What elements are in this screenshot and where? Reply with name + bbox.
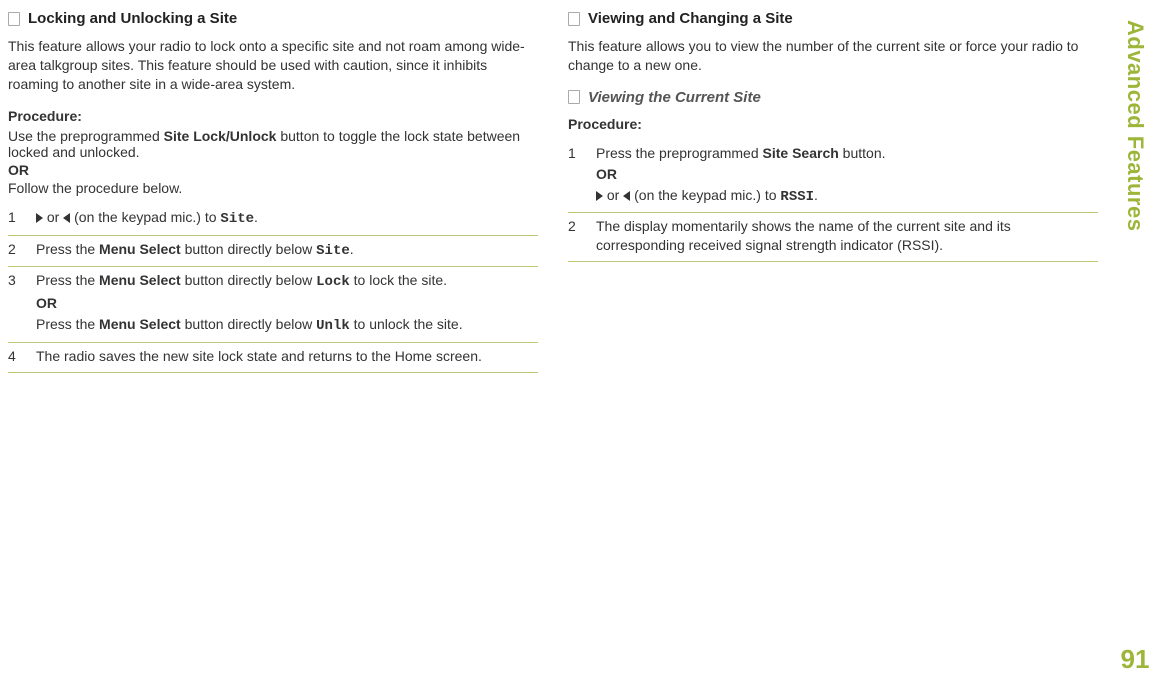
text: to unlock the site. (350, 316, 463, 332)
step-1: or (on the keypad mic.) to Site. (8, 204, 538, 236)
menu-unlk: Unlk (316, 318, 350, 334)
section-heading-lock: Locking and Unlocking a Site (8, 10, 538, 27)
menu-select-label: Menu Select (99, 272, 181, 288)
step-2: The display momentarily shows the name o… (568, 213, 1098, 262)
text: to lock the site. (350, 272, 447, 288)
menu-site: Site (220, 211, 254, 227)
heading-lock: Locking and Unlocking a Site (28, 10, 237, 27)
step-2: Press the Menu Select button directly be… (8, 236, 538, 268)
text: . (350, 241, 354, 257)
procedure-label: Procedure: (8, 108, 538, 124)
step-4: The radio saves the new site lock state … (8, 343, 538, 373)
text: The radio saves the new site lock state … (36, 348, 482, 364)
site-lock-button-name: Site Lock/Unlock (164, 128, 277, 144)
steps-list-lock: or (on the keypad mic.) to Site. Press t… (8, 204, 538, 373)
text: Press the preprogrammed (596, 145, 763, 161)
arrow-right-icon (596, 191, 603, 201)
document-icon (8, 12, 20, 26)
text: (on the keypad mic.) to (630, 187, 780, 203)
text: Press the (36, 316, 99, 332)
text: button directly below (181, 316, 316, 332)
text: . (254, 209, 258, 225)
or-label: OR (36, 294, 538, 313)
text: Press the (36, 241, 99, 257)
document-icon (568, 12, 580, 26)
text: Use the preprogrammed (8, 128, 164, 144)
text: button directly below (181, 272, 316, 288)
section-heading-view: Viewing and Changing a Site (568, 10, 1098, 27)
step-3: Press the Menu Select button directly be… (8, 267, 538, 343)
document-icon (568, 90, 580, 104)
section-title: Advanced Features (1122, 20, 1148, 231)
text: button directly below (181, 241, 316, 257)
procedure-label: Procedure: (568, 116, 1098, 132)
intro-lock: This feature allows your radio to lock o… (8, 37, 538, 94)
intro-view: This feature allows you to view the numb… (568, 37, 1098, 75)
text: button. (839, 145, 886, 161)
arrow-right-icon (36, 213, 43, 223)
text: (on the keypad mic.) to (70, 209, 220, 225)
page-number: 91 (1121, 644, 1150, 675)
subheading-current: Viewing the Current Site (588, 89, 761, 106)
sidebar: Advanced Features 91 (1115, 20, 1155, 675)
right-column: Viewing and Changing a Site This feature… (568, 10, 1098, 373)
subsection-heading-current: Viewing the Current Site (568, 89, 1098, 106)
step-1: Press the preprogrammed Site Search butt… (568, 140, 1098, 214)
steps-list-view: Press the preprogrammed Site Search butt… (568, 140, 1098, 262)
menu-lock: Lock (316, 274, 350, 290)
text: Press the (36, 272, 99, 288)
menu-select-label: Menu Select (99, 241, 181, 257)
site-search-label: Site Search (763, 145, 839, 161)
or-label: OR (596, 165, 1098, 184)
text: or (603, 187, 623, 203)
menu-rssi: RSSI (780, 189, 814, 205)
or-label: OR (8, 162, 538, 178)
text: . (814, 187, 818, 203)
preprogrammed-instruction: Use the preprogrammed Site Lock/Unlock b… (8, 128, 538, 160)
text: The display momentarily shows the name o… (596, 218, 1011, 253)
menu-site: Site (316, 243, 350, 259)
left-column: Locking and Unlocking a Site This featur… (8, 10, 538, 373)
heading-view: Viewing and Changing a Site (588, 10, 793, 27)
text: or (43, 209, 63, 225)
follow-text: Follow the procedure below. (8, 180, 538, 196)
menu-select-label: Menu Select (99, 316, 181, 332)
